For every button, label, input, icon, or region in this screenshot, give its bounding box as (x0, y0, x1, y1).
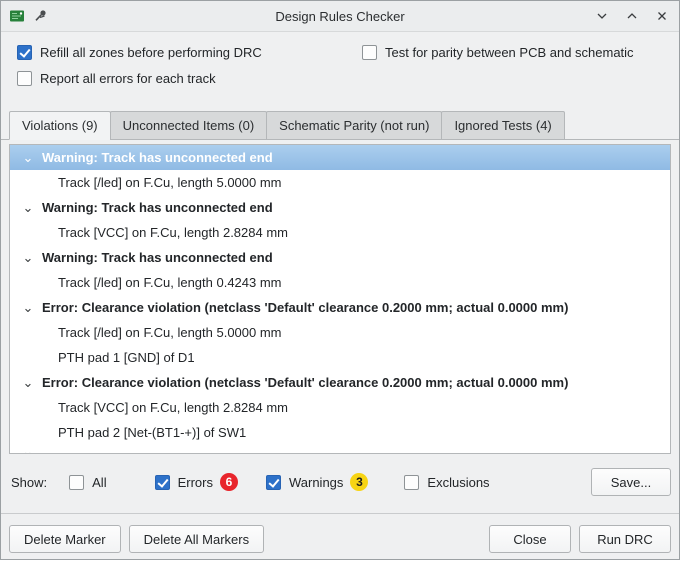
violation-text: Error: Clearance violation (netclass 'De… (42, 300, 568, 315)
close-button[interactable] (653, 7, 671, 25)
error-count-badge: 6 (220, 473, 238, 491)
chevron-down-icon (594, 8, 610, 24)
drc-dialog: Design Rules Checker R (0, 0, 680, 560)
expand-chevron-icon[interactable]: ⌄ (20, 145, 36, 170)
violation-detail-row[interactable]: PTH pad 2 [Net-(BT1-+)] of SW1 (10, 420, 670, 445)
options-section: Refill all zones before performing DRC T… (1, 32, 679, 89)
report-all-track-errors-checkbox[interactable]: Report all errors for each track (17, 71, 216, 86)
violation-group-row-clipped[interactable]: ⌄ (10, 445, 670, 454)
filter-bar: Show: All Errors 6 Warnings 3 Exclusions… (1, 454, 679, 496)
tab-bar: Violations (9) Unconnected Items (0) Sch… (1, 111, 679, 140)
violation-detail-row[interactable]: Track [VCC] on F.Cu, length 2.8284 mm (10, 220, 670, 245)
violation-group-row[interactable]: ⌄ Warning: Track has unconnected end (10, 245, 670, 270)
violation-text: Warning: Track has unconnected end (42, 150, 273, 165)
title-bar[interactable]: Design Rules Checker (1, 1, 679, 32)
app-pcb-icon (9, 8, 25, 24)
window-title: Design Rules Checker (1, 9, 679, 24)
checkbox-box (362, 45, 377, 60)
delete-marker-button[interactable]: Delete Marker (9, 525, 121, 553)
violation-group-row[interactable]: ⌄ Warning: Track has unconnected end (10, 145, 670, 170)
filter-exclusions-checkbox[interactable]: Exclusions (404, 475, 489, 490)
violation-text: Warning: Track has unconnected end (42, 200, 273, 215)
violation-text: Warning: Track has unconnected end (42, 250, 273, 265)
filter-errors-checkbox[interactable]: Errors (155, 475, 213, 490)
violation-group-row[interactable]: ⌄ Error: Clearance violation (netclass '… (10, 370, 670, 395)
pin-icon[interactable] (33, 8, 49, 24)
chevron-up-icon (624, 8, 640, 24)
checkbox-label: All (92, 475, 106, 490)
violation-detail-row[interactable]: Track [/led] on F.Cu, length 5.0000 mm (10, 170, 670, 195)
filter-all-checkbox[interactable]: All (69, 475, 106, 490)
violation-detail-row[interactable]: Track [VCC] on F.Cu, length 2.8284 mm (10, 395, 670, 420)
tab-violations[interactable]: Violations (9) (9, 111, 111, 140)
minimize-button[interactable] (593, 7, 611, 25)
close-icon (654, 8, 670, 24)
violation-group-row[interactable]: ⌄ Warning: Track has unconnected end (10, 195, 670, 220)
violation-detail-text: Track [VCC] on F.Cu, length 2.8284 mm (58, 225, 288, 240)
violation-group-row[interactable]: ⌄ Error: Clearance violation (netclass '… (10, 295, 670, 320)
tab-unconnected-items[interactable]: Unconnected Items (0) (110, 111, 268, 140)
expand-chevron-icon[interactable]: ⌄ (20, 295, 36, 320)
checkbox-box (404, 475, 419, 490)
violations-list[interactable]: ⌄ Warning: Track has unconnected end Tra… (9, 144, 671, 454)
tab-schematic-parity[interactable]: Schematic Parity (not run) (266, 111, 442, 140)
violation-detail-text: Track [/led] on F.Cu, length 5.0000 mm (58, 325, 282, 340)
checkbox-label: Refill all zones before performing DRC (40, 45, 262, 60)
delete-all-markers-button[interactable]: Delete All Markers (129, 525, 264, 553)
action-bar: Delete Marker Delete All Markers Close R… (1, 514, 679, 553)
violation-detail-text: Track [/led] on F.Cu, length 5.0000 mm (58, 175, 282, 190)
refill-zones-checkbox[interactable]: Refill all zones before performing DRC (17, 45, 362, 60)
violation-detail-text: PTH pad 2 [Net-(BT1-+)] of SW1 (58, 425, 246, 440)
warning-count-badge: 3 (350, 473, 368, 491)
expand-chevron-icon[interactable]: ⌄ (20, 445, 36, 454)
violation-detail-text: Track [/led] on F.Cu, length 0.4243 mm (58, 275, 282, 290)
checkbox-box (69, 475, 84, 490)
violation-text: Error: Clearance violation (netclass 'De… (42, 375, 568, 390)
checkbox-box (155, 475, 170, 490)
run-drc-button[interactable]: Run DRC (579, 525, 671, 553)
close-dialog-button[interactable]: Close (489, 525, 571, 553)
expand-chevron-icon[interactable]: ⌄ (20, 195, 36, 220)
save-button[interactable]: Save... (591, 468, 671, 496)
tab-ignored-tests[interactable]: Ignored Tests (4) (441, 111, 564, 140)
violation-detail-text: PTH pad 1 [GND] of D1 (58, 350, 195, 365)
checkbox-box (17, 71, 32, 86)
show-label: Show: (11, 475, 47, 490)
checkbox-label: Test for parity between PCB and schemati… (385, 45, 634, 60)
violation-detail-row[interactable]: Track [/led] on F.Cu, length 0.4243 mm (10, 270, 670, 295)
schematic-parity-checkbox[interactable]: Test for parity between PCB and schemati… (362, 45, 634, 60)
expand-chevron-icon[interactable]: ⌄ (20, 370, 36, 395)
filter-warnings-checkbox[interactable]: Warnings (266, 475, 343, 490)
checkbox-label: Warnings (289, 475, 343, 490)
checkbox-box (17, 45, 32, 60)
checkbox-label: Report all errors for each track (40, 71, 216, 86)
checkbox-label: Exclusions (427, 475, 489, 490)
violation-detail-row[interactable]: Track [/led] on F.Cu, length 5.0000 mm (10, 320, 670, 345)
violation-detail-text: Track [VCC] on F.Cu, length 2.8284 mm (58, 400, 288, 415)
checkbox-box (266, 475, 281, 490)
violation-detail-row[interactable]: PTH pad 1 [GND] of D1 (10, 345, 670, 370)
expand-chevron-icon[interactable]: ⌄ (20, 245, 36, 270)
maximize-button[interactable] (623, 7, 641, 25)
checkbox-label: Errors (178, 475, 213, 490)
